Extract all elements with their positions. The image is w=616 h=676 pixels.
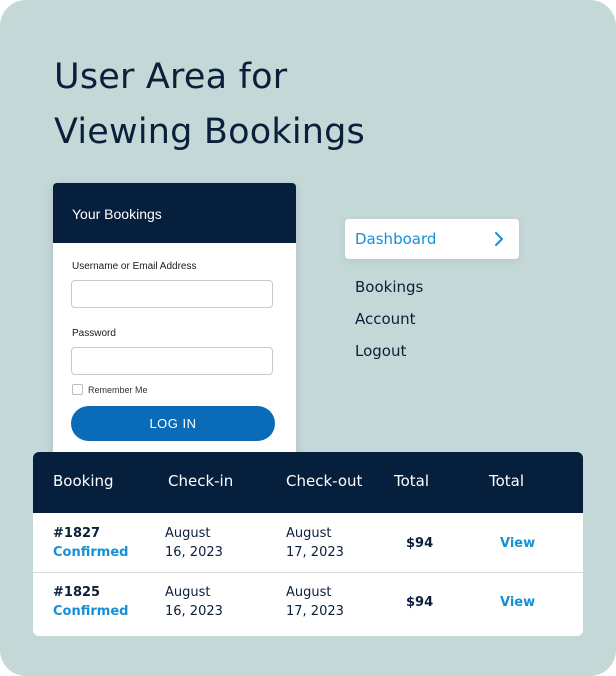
menu-item-bookings[interactable]: Bookings bbox=[355, 278, 423, 296]
view-link[interactable]: View bbox=[500, 593, 535, 612]
check-in-month: August bbox=[165, 526, 211, 541]
password-label: Password bbox=[72, 328, 116, 339]
column-header-booking: Booking bbox=[53, 472, 114, 490]
remember-me-checkbox[interactable] bbox=[72, 384, 83, 395]
page-title-line-2: Viewing Bookings bbox=[54, 112, 365, 152]
check-out-month: August bbox=[286, 526, 332, 541]
column-header-check-out: Check-out bbox=[286, 472, 363, 490]
check-in-day: 16, 2023 bbox=[165, 545, 223, 560]
bookings-table: Booking Check-in Check-out Total Total #… bbox=[33, 452, 583, 636]
table-row: #1827 Confirmed August 16, 2023 August 1… bbox=[33, 513, 583, 573]
remember-me-label: Remember Me bbox=[88, 384, 148, 395]
booking-status: Confirmed bbox=[53, 604, 129, 619]
check-out-day: 17, 2023 bbox=[286, 545, 344, 560]
chevron-right-icon bbox=[495, 232, 503, 246]
remember-me[interactable]: Remember Me bbox=[72, 384, 148, 395]
page-title: User Area for Viewing Bookings bbox=[54, 50, 365, 160]
login-panel-title: Your Bookings bbox=[53, 183, 296, 243]
column-header-total: Total bbox=[394, 472, 430, 490]
password-input[interactable] bbox=[71, 347, 273, 375]
booking-id: #1827 bbox=[53, 526, 101, 541]
page-title-line-1: User Area for bbox=[54, 57, 288, 97]
check-out-month: August bbox=[286, 585, 332, 600]
booking-id: #1825 bbox=[53, 585, 101, 600]
table-row: #1825 Confirmed August 16, 2023 August 1… bbox=[33, 573, 583, 632]
username-input[interactable] bbox=[71, 280, 273, 308]
check-out-day: 17, 2023 bbox=[286, 604, 344, 619]
column-header-total-action: Total bbox=[489, 472, 525, 490]
menu-item-account[interactable]: Account bbox=[355, 310, 416, 328]
view-link[interactable]: View bbox=[500, 534, 535, 553]
menu-item-dashboard[interactable]: Dashboard bbox=[345, 219, 519, 259]
username-label: Username or Email Address bbox=[72, 261, 197, 272]
booking-total: $94 bbox=[406, 536, 434, 551]
check-in-day: 16, 2023 bbox=[165, 604, 223, 619]
menu-item-logout[interactable]: Logout bbox=[355, 342, 406, 360]
column-header-check-in: Check-in bbox=[168, 472, 234, 490]
page-card: User Area for Viewing Bookings Your Book… bbox=[0, 0, 616, 676]
menu-item-dashboard-label: Dashboard bbox=[355, 230, 437, 248]
table-header: Booking Check-in Check-out Total Total bbox=[33, 452, 583, 513]
check-in-month: August bbox=[165, 585, 211, 600]
login-button[interactable]: LOG IN bbox=[71, 406, 275, 441]
booking-status: Confirmed bbox=[53, 545, 129, 560]
login-panel: Your Bookings Username or Email Address … bbox=[53, 183, 296, 463]
booking-total: $94 bbox=[406, 595, 434, 610]
